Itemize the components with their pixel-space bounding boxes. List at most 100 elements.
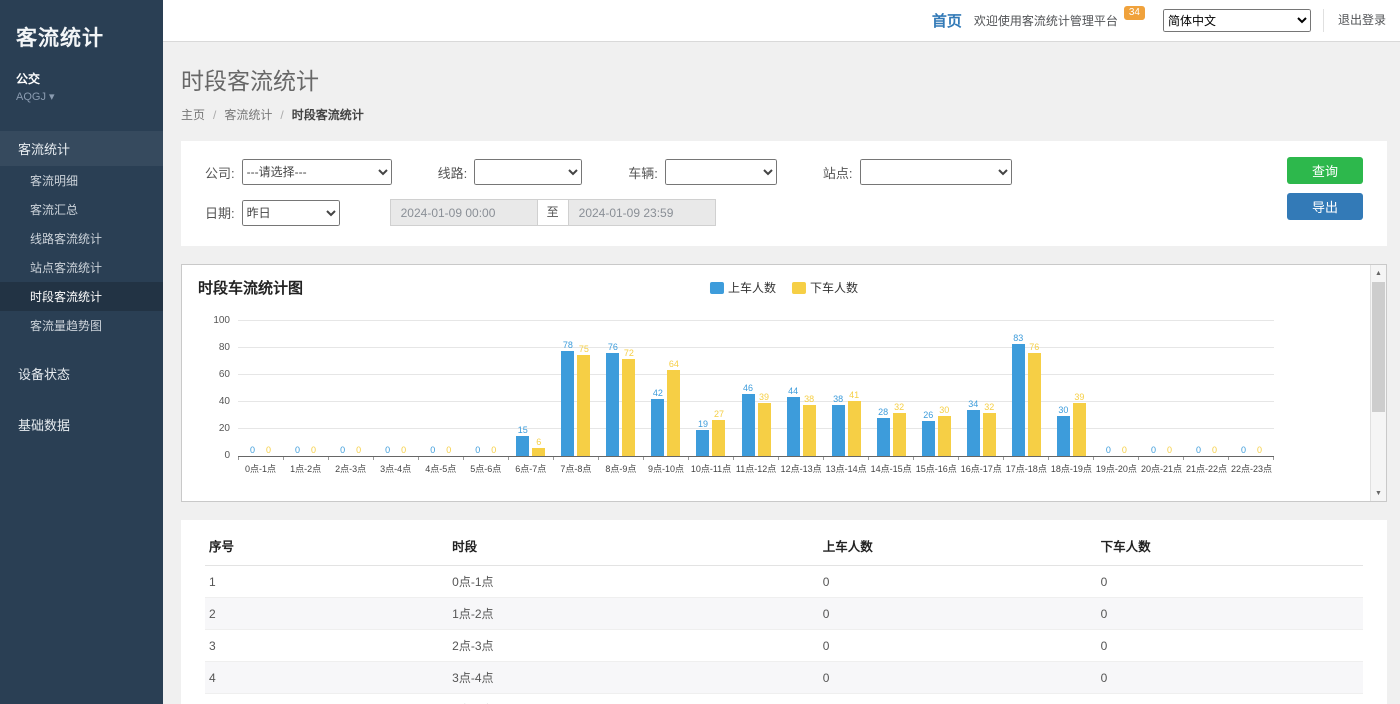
bar-value-label: 32 [984,402,994,412]
alighting-bar [622,359,635,456]
boarding-bar [922,421,935,456]
bar-column: 64 [667,321,680,456]
breadcrumb: 主页/客流统计/时段客流统计 [181,106,1387,123]
alighting-bar [1028,353,1041,456]
x-axis-label: 16点-17点 [959,462,1004,475]
table-cell: 0 [1097,662,1363,694]
sidebar-section-device-status[interactable]: 设备状态 [0,356,163,391]
y-axis-label: 60 [219,369,230,380]
table-cell: 0 [819,630,1097,662]
home-link[interactable]: 首页 [932,10,962,31]
table-cell: 5 [205,694,448,704]
bar-group: 00 [328,321,373,456]
date-start-input[interactable] [390,199,538,226]
bar-value-label: 34 [968,399,978,409]
axis-tick [644,457,689,460]
axis-tick [689,457,734,460]
bar-value-label: 0 [491,445,496,455]
sidebar-submenu: 客流明细客流汇总线路客流统计站点客流统计时段客流统计客流量趋势图 [0,166,163,340]
line-label: 线路: [438,163,468,182]
bar-group: 7875 [553,321,598,456]
org-selector[interactable]: AQGJ ▾ [0,88,163,113]
sidebar-section-base-data[interactable]: 基础数据 [0,407,163,442]
sidebar-item[interactable]: 客流汇总 [0,195,163,224]
notification-badge[interactable]: 34 [1124,6,1145,20]
bar-column: 0 [471,321,484,456]
x-axis [238,456,1274,460]
table-cell: 0点-1点 [448,566,819,598]
boarding-bar [516,436,529,456]
bar-value-label: 83 [1013,333,1023,343]
breadcrumb-item[interactable]: 客流统计 [224,106,272,123]
boarding-bar [561,351,574,456]
sidebar-item[interactable]: 客流明细 [0,166,163,195]
bar-column: 34 [967,321,980,456]
table-cell: 4 [205,662,448,694]
bar-column: 15 [516,321,529,456]
scroll-down-icon[interactable]: ▼ [1371,485,1386,501]
query-button[interactable]: 查询 [1287,157,1363,184]
sidebar-item[interactable]: 站点客流统计 [0,253,163,282]
date-range-group: 至 [390,199,716,226]
bar-column: 76 [1028,321,1041,456]
x-axis-label: 3点-4点 [373,462,418,475]
chart-panel: 时段车流统计图 上车人数下车人数 020406080100 0000000000… [181,264,1387,502]
line-select[interactable] [474,159,582,185]
bar-column: 0 [262,321,275,456]
table-cell: 3 [205,630,448,662]
chart-scrollbar[interactable]: ▲ ▼ [1370,265,1386,501]
chart-header: 时段车流统计图 上车人数下车人数 [198,277,1370,299]
company-select[interactable]: ---请选择--- [242,159,392,185]
sidebar-item[interactable]: 客流量趋势图 [0,311,163,340]
sidebar-item[interactable]: 时段客流统计 [0,282,163,311]
bar-value-label: 0 [475,445,480,455]
y-axis-label: 40 [219,396,230,407]
logout-link[interactable]: 退出登录 [1323,9,1386,32]
bar-column: 0 [426,321,439,456]
data-table: 序号时段上车人数下车人数 10点-1点0021点-2点0032点-3点0043点… [205,526,1363,704]
filter-row-1: 公司: ---请选择--- 线路: 车辆: 站点: [205,159,1363,185]
scroll-up-icon[interactable]: ▲ [1371,265,1386,281]
bar-value-label: 64 [669,359,679,369]
org-name: 公交 [0,54,163,88]
sidebar-item[interactable]: 线路客流统计 [0,224,163,253]
legend-item[interactable]: 下车人数 [792,279,858,296]
date-end-input[interactable] [568,199,716,226]
bar-value-label: 39 [759,392,769,402]
sidebar-section-passenger-stats[interactable]: 客流统计 [0,131,163,166]
bar-value-label: 0 [430,445,435,455]
bar-column: 39 [758,321,771,456]
bar-value-label: 0 [311,445,316,455]
table-row: 21点-2点00 [205,598,1363,630]
table-row: 10点-1点00 [205,566,1363,598]
table-row: 54点-5点00 [205,694,1363,704]
bar-column: 26 [922,321,935,456]
y-axis-label: 80 [219,342,230,353]
table-cell: 0 [1097,598,1363,630]
bar-value-label: 76 [1029,342,1039,352]
bar-column: 38 [803,321,816,456]
line-filter: 线路: [438,159,583,185]
x-axis-label: 15点-16点 [914,462,959,475]
date-filter: 日期: 昨日 [205,200,340,226]
export-button[interactable]: 导出 [1287,193,1363,220]
x-axis-label: 2点-3点 [328,462,373,475]
language-select[interactable]: 简体中文 [1163,9,1311,32]
axis-tick [1139,457,1184,460]
table-cell: 0 [1097,630,1363,662]
station-select[interactable] [860,159,1012,185]
bar-group: 4438 [779,321,824,456]
breadcrumb-item[interactable]: 主页 [181,106,205,123]
legend-item[interactable]: 上车人数 [710,279,776,296]
vehicle-select[interactable] [665,159,777,185]
scrollbar-thumb[interactable] [1372,282,1385,412]
bar-column: 0 [487,321,500,456]
axis-tick [509,457,554,460]
date-preset-select[interactable]: 昨日 [242,200,340,226]
bar-value-label: 6 [536,437,541,447]
bar-column: 32 [983,321,996,456]
topbar: 首页 欢迎使用客流统计管理平台 34 简体中文 退出登录 [163,0,1400,42]
bar-value-label: 0 [1241,445,1246,455]
table-cell: 4点-5点 [448,694,819,704]
bar-group: 00 [1139,321,1184,456]
